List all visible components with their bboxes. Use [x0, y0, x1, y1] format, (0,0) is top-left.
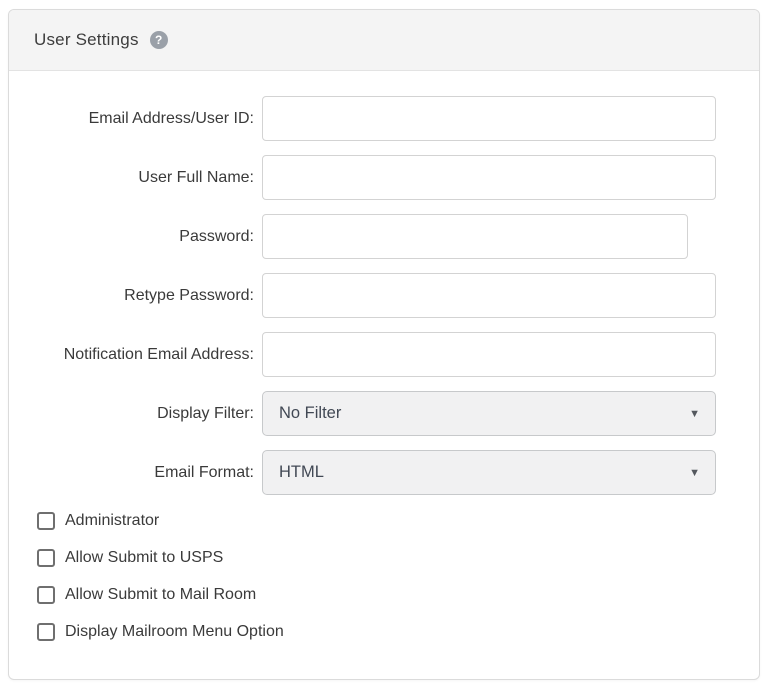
page-title: User Settings	[34, 30, 139, 49]
display-mailroom-menu-option-checkbox-row[interactable]: Display Mailroom Menu Option	[37, 620, 759, 644]
checkbox-section: Administrator Allow Submit to USPS Allow…	[9, 509, 759, 644]
allow-submit-to-mail-room-checkbox[interactable]	[37, 586, 55, 604]
administrator-checkbox[interactable]	[37, 512, 55, 530]
help-icon[interactable]: ?	[149, 31, 168, 49]
password-input[interactable]	[262, 214, 688, 259]
retype-password-label: Retype Password:	[124, 286, 254, 304]
form-row-retype-password: Retype Password:	[9, 273, 759, 318]
allow-submit-to-usps-checkbox[interactable]	[37, 549, 55, 567]
password-label: Password:	[179, 227, 254, 245]
user-settings-form: Email Address/User ID: User Full Name: P…	[9, 71, 759, 644]
notification-email-address-input[interactable]	[262, 332, 716, 377]
retype-password-input[interactable]	[262, 273, 716, 318]
email-format-value: HTML	[279, 463, 324, 481]
user-full-name-input[interactable]	[262, 155, 716, 200]
form-row-password: Password:	[9, 214, 759, 259]
allow-submit-to-usps-checkbox-row[interactable]: Allow Submit to USPS	[37, 546, 759, 570]
display-filter-select[interactable]: No Filter ▼	[262, 391, 716, 436]
chevron-down-icon: ▼	[689, 407, 700, 420]
user-settings-card: User Settings ? Email Address/User ID: U…	[8, 9, 760, 680]
chevron-down-icon: ▼	[689, 466, 700, 479]
allow-submit-to-mail-room-checkbox-row[interactable]: Allow Submit to Mail Room	[37, 583, 759, 607]
email-format-label: Email Format:	[154, 463, 254, 481]
allow-submit-to-usps-label: Allow Submit to USPS	[65, 549, 224, 566]
allow-submit-to-mail-room-label: Allow Submit to Mail Room	[65, 586, 257, 603]
notification-email-address-label: Notification Email Address:	[63, 345, 254, 363]
form-row-email-address-user-id: Email Address/User ID:	[9, 96, 759, 141]
form-row-display-filter: Display Filter: No Filter ▼	[9, 391, 759, 436]
email-address-user-id-input[interactable]	[262, 96, 716, 141]
form-row-user-full-name: User Full Name:	[9, 155, 759, 200]
card-header: User Settings ?	[9, 10, 759, 71]
form-row-notification-email-address: Notification Email Address:	[9, 332, 759, 377]
administrator-checkbox-row[interactable]: Administrator	[37, 509, 759, 533]
display-mailroom-menu-option-checkbox[interactable]	[37, 623, 55, 641]
display-filter-value: No Filter	[279, 404, 342, 422]
email-format-select[interactable]: HTML ▼	[262, 450, 716, 495]
email-address-user-id-label: Email Address/User ID:	[88, 109, 254, 127]
display-filter-label: Display Filter:	[157, 404, 254, 422]
display-mailroom-menu-option-label: Display Mailroom Menu Option	[65, 623, 284, 640]
administrator-label: Administrator	[65, 512, 160, 529]
user-full-name-label: User Full Name:	[138, 168, 254, 186]
form-row-email-format: Email Format: HTML ▼	[9, 450, 759, 495]
